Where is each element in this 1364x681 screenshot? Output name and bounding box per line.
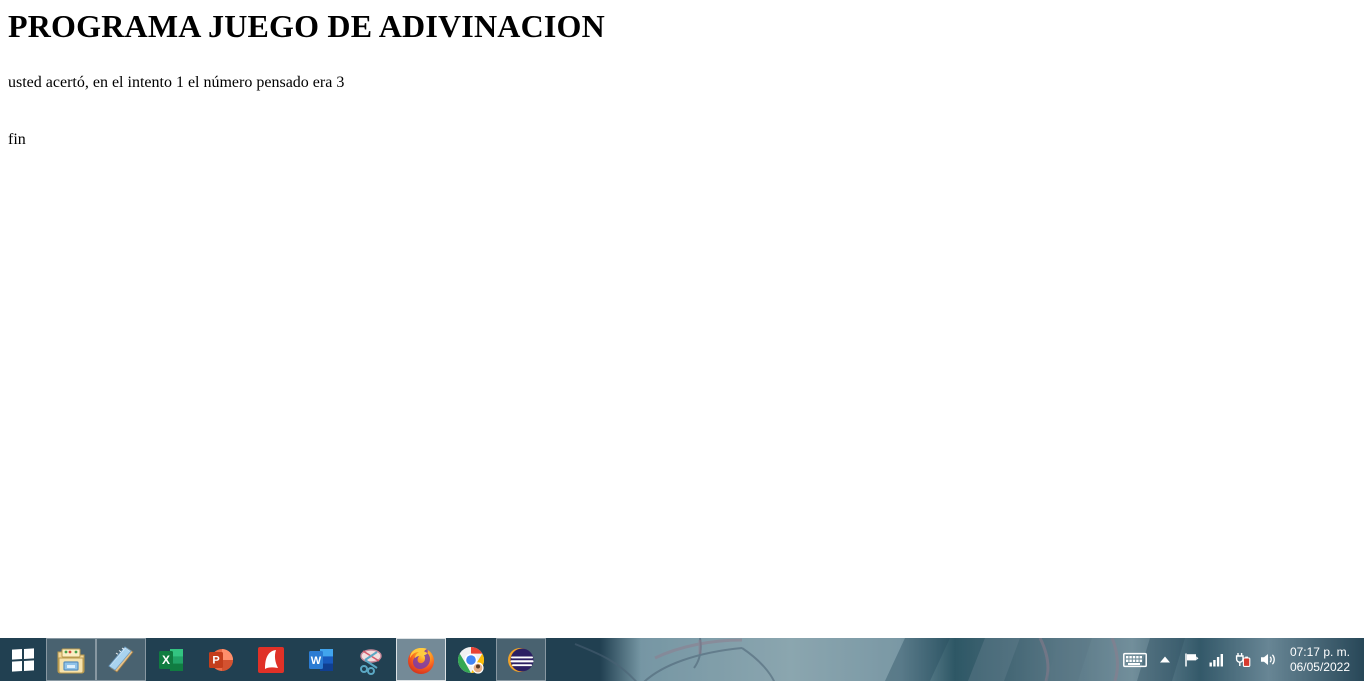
clock[interactable]: 07:17 p. m. 06/05/2022 bbox=[1282, 638, 1360, 681]
chrome-icon bbox=[458, 646, 484, 674]
nitro-n-icon bbox=[258, 646, 284, 673]
folder-icon bbox=[57, 648, 85, 673]
excel-icon: X bbox=[159, 648, 183, 671]
svg-text:P: P bbox=[212, 654, 219, 666]
battery-button[interactable] bbox=[1230, 638, 1256, 681]
result-message: usted acertó, en el intento 1 el número … bbox=[8, 73, 345, 91]
page-title: PROGRAMA JUEGO DE ADIVINACION bbox=[8, 8, 605, 44]
clock-time: 07:17 p. m. bbox=[1289, 644, 1350, 659]
flag-icon bbox=[1185, 653, 1199, 666]
taskbar-item-nitro-pdf[interactable] bbox=[246, 638, 296, 681]
chevron-up-icon bbox=[1159, 656, 1170, 663]
show-hidden-icons-button[interactable] bbox=[1152, 638, 1178, 681]
taskbar-app-list[interactable]: X P W bbox=[46, 638, 546, 681]
action-center-button[interactable] bbox=[1178, 638, 1204, 681]
taskbar-item-firefox[interactable] bbox=[396, 638, 446, 681]
speaker-icon bbox=[1261, 654, 1276, 665]
battery-plug-icon bbox=[1235, 652, 1251, 667]
taskbar-item-snipping-tool[interactable] bbox=[346, 638, 396, 681]
volume-button[interactable] bbox=[1256, 638, 1282, 681]
taskbar-item-chrome[interactable] bbox=[446, 638, 496, 681]
taskbar-empty-area[interactable] bbox=[546, 638, 1118, 681]
signal-bars-icon bbox=[1209, 653, 1223, 666]
svg-text:W: W bbox=[311, 655, 322, 667]
word-icon: W bbox=[309, 648, 333, 671]
svg-text:X: X bbox=[162, 653, 170, 667]
taskbar-item-word[interactable]: W bbox=[296, 638, 346, 681]
touch-keyboard-button[interactable] bbox=[1118, 638, 1152, 681]
taskbar-item-eclipse[interactable] bbox=[496, 638, 546, 681]
notepad-icon bbox=[108, 645, 134, 673]
end-message: fin bbox=[8, 130, 26, 148]
windows-logo-icon bbox=[12, 647, 34, 672]
taskbar-item-notepad[interactable] bbox=[96, 638, 146, 681]
network-button[interactable] bbox=[1204, 638, 1230, 681]
clock-date: 06/05/2022 bbox=[1289, 659, 1350, 674]
system-tray[interactable]: 07:17 p. m. 06/05/2022 bbox=[1118, 638, 1364, 681]
start-button[interactable] bbox=[0, 638, 46, 681]
taskbar-item-excel[interactable]: X bbox=[146, 638, 196, 681]
powerpoint-icon: P bbox=[209, 648, 233, 671]
eclipse-icon bbox=[508, 647, 534, 672]
taskbar[interactable]: X P W 07:17 p. m. 06/05/2022 bbox=[0, 638, 1364, 681]
keyboard-icon bbox=[1122, 652, 1147, 667]
taskbar-item-file-explorer[interactable] bbox=[46, 638, 96, 681]
scissors-icon bbox=[360, 648, 382, 675]
firefox-icon bbox=[408, 647, 434, 674]
taskbar-item-powerpoint[interactable]: P bbox=[196, 638, 246, 681]
browser-page-content: PROGRAMA JUEGO DE ADIVINACION usted acer… bbox=[0, 0, 1364, 638]
